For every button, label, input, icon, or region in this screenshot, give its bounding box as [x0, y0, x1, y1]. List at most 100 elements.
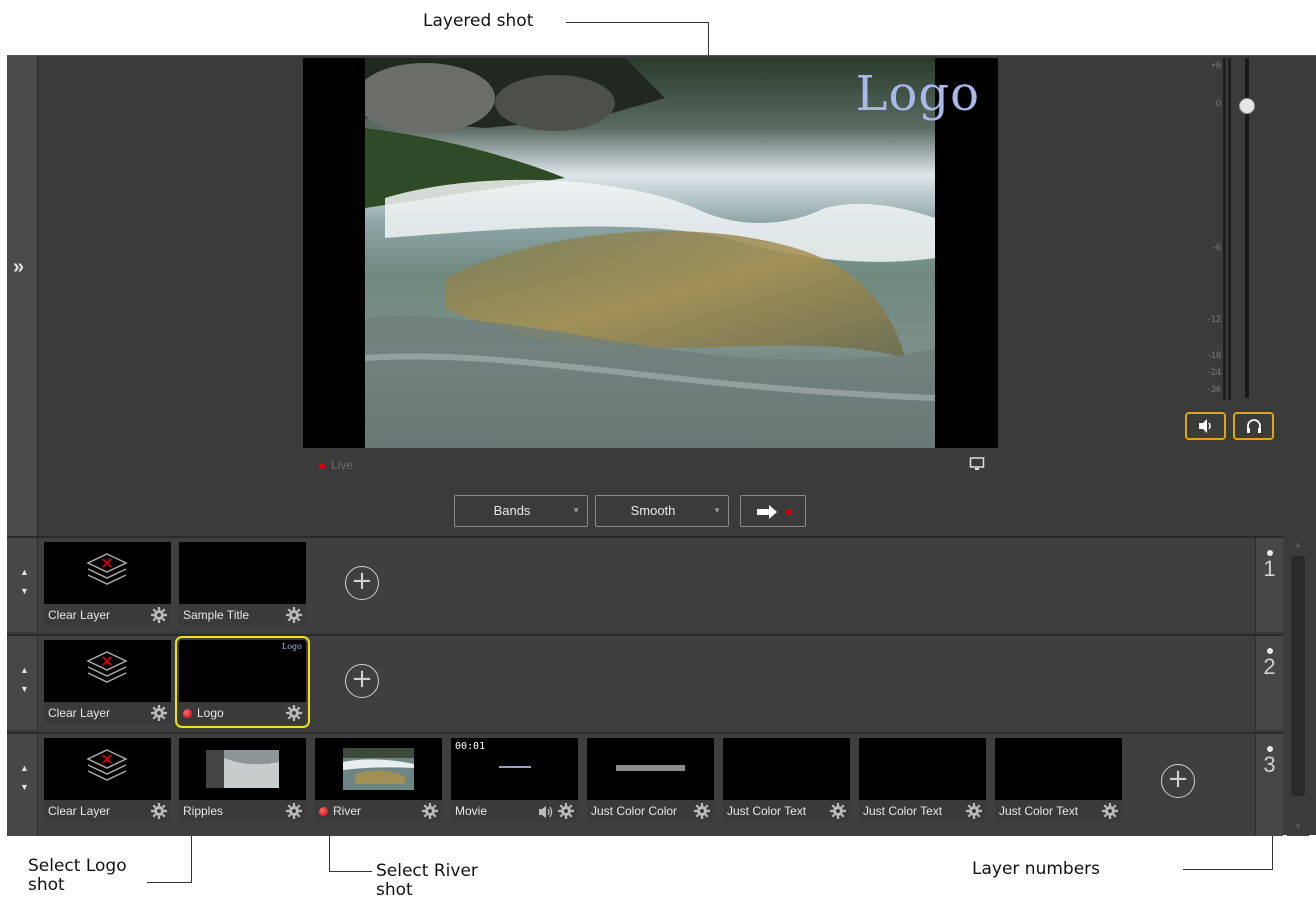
take-transition-button[interactable] — [740, 495, 806, 527]
shot-label: Clear Layer — [48, 804, 111, 818]
left-sidebar-strip: » — [7, 56, 38, 536]
expand-panel-icon[interactable]: » — [13, 256, 24, 279]
callout-select-river-line-2: shot — [376, 880, 413, 900]
shot-sample-title[interactable]: Sample Title — [179, 542, 306, 626]
logo-thumbnail-text: Logo — [281, 642, 302, 651]
move-layer-down-icon[interactable]: ▼ — [20, 783, 29, 792]
layers-scrollbar[interactable]: ▲ ▼ — [1287, 536, 1309, 836]
switcher-window: » Logo Live Bands ▼ Smooth ▼ +6 0 -6 -12… — [7, 55, 1316, 836]
layer-row-2: ▲ ▼ Clear Layer Logo Logo + 2 — [7, 634, 1283, 730]
callout-line — [147, 882, 192, 883]
layer-number-3: 3 — [1255, 734, 1283, 836]
color-bar-thumbnail — [616, 765, 685, 771]
chevron-down-icon: ▼ — [713, 506, 721, 515]
add-shot-button[interactable]: + — [1161, 764, 1195, 798]
shot-just-color-text[interactable]: Just Color Text — [859, 738, 986, 822]
layer-number-1: 1 — [1255, 538, 1283, 632]
movie-thumbnail — [499, 766, 531, 768]
layer-row-3: ▲ ▼ Clear Layer Ripples River 00:01 Movi… — [7, 732, 1283, 836]
gear-icon[interactable] — [151, 607, 167, 626]
gear-icon[interactable] — [286, 607, 302, 626]
scroll-up-icon[interactable]: ▲ — [1294, 540, 1302, 549]
live-dot-icon — [319, 807, 328, 817]
layer-reorder-controls: ▲ ▼ — [7, 538, 38, 632]
gear-icon[interactable] — [286, 803, 302, 822]
headphones-button[interactable] — [1233, 412, 1274, 440]
shot-label: Just Color Color — [591, 804, 678, 818]
layer-number-label: 1 — [1263, 556, 1276, 581]
layer-row-1: ▲ ▼ Clear Layer Sample Title + 1 — [7, 536, 1283, 632]
live-dot-icon — [183, 709, 192, 719]
shot-ripples[interactable]: Ripples — [179, 738, 306, 822]
layered-shot-preview: Logo — [303, 58, 998, 448]
shot-river[interactable]: River — [315, 738, 442, 822]
shot-label: Movie — [455, 804, 488, 818]
transition-speed-dropdown[interactable]: Smooth ▼ — [595, 495, 729, 527]
river-video-frame — [365, 58, 935, 448]
transition-effect-dropdown[interactable]: Bands ▼ — [454, 495, 588, 527]
gear-icon[interactable] — [1102, 803, 1118, 822]
volume-fader-knob[interactable] — [1239, 98, 1255, 114]
callout-line — [329, 871, 372, 872]
audio-icon[interactable] — [538, 804, 554, 822]
layer-number-2: 2 — [1255, 636, 1283, 730]
gear-icon[interactable] — [286, 705, 302, 724]
shot-just-color-text[interactable]: Just Color Text — [995, 738, 1122, 822]
live-label: Live — [331, 458, 354, 472]
shot-clear-layer[interactable]: Clear Layer — [44, 640, 171, 724]
callout-select-logo: Select Logo shot — [28, 857, 127, 895]
gear-icon[interactable] — [151, 803, 167, 822]
callout-layer-numbers: Layer numbers — [972, 859, 1101, 879]
meter-bar-left — [1223, 58, 1226, 400]
gear-icon[interactable] — [151, 705, 167, 724]
shot-label: Clear Layer — [48, 608, 111, 622]
meter-label: +6 — [1210, 60, 1221, 70]
move-layer-up-icon[interactable]: ▲ — [20, 764, 29, 773]
transition-speed-value: Smooth — [630, 503, 676, 518]
ripples-thumbnail — [206, 750, 279, 788]
shot-logo[interactable]: Logo Logo — [175, 636, 310, 728]
layer-number-label: 2 — [1263, 654, 1276, 679]
add-shot-button[interactable]: + — [345, 566, 379, 600]
live-dot-icon — [319, 462, 325, 469]
callout-select-logo-line-1: Select Logo — [28, 856, 127, 876]
gear-icon[interactable] — [830, 803, 846, 822]
move-layer-up-icon[interactable]: ▲ — [20, 568, 29, 577]
clear-layer-icon — [86, 651, 128, 683]
clear-layer-icon — [86, 553, 128, 585]
audio-level-meter: +6 0 -6 -12 -18 -24 -36 — [1187, 58, 1247, 403]
arrow-right-icon — [757, 505, 792, 519]
preview-logo-overlay: Logo — [855, 66, 980, 122]
meter-label: -6 — [1212, 242, 1221, 252]
meter-bar-right — [1228, 58, 1231, 400]
gear-icon[interactable] — [422, 803, 438, 822]
shot-label: Just Color Text — [727, 804, 807, 818]
shot-label: Logo — [197, 706, 224, 720]
move-layer-down-icon[interactable]: ▼ — [20, 685, 29, 694]
add-shot-button[interactable]: + — [345, 664, 379, 698]
shot-just-color-color[interactable]: Just Color Color — [587, 738, 714, 822]
meter-label: 0 — [1215, 98, 1221, 108]
move-layer-down-icon[interactable]: ▼ — [20, 587, 29, 596]
scrollbar-thumb[interactable] — [1291, 556, 1305, 796]
speaker-button[interactable] — [1185, 412, 1226, 440]
callout-select-logo-line-2: shot — [28, 875, 65, 895]
shot-label: Clear Layer — [48, 706, 111, 720]
shot-label: Just Color Text — [999, 804, 1079, 818]
shot-movie[interactable]: 00:01 Movie — [451, 738, 578, 822]
layer-number-label: 3 — [1263, 752, 1276, 777]
move-layer-up-icon[interactable]: ▲ — [20, 666, 29, 675]
monitor-icon[interactable] — [969, 456, 985, 477]
shot-just-color-text[interactable]: Just Color Text — [723, 738, 850, 822]
gear-icon[interactable] — [966, 803, 982, 822]
river-thumbnail — [343, 748, 414, 790]
meter-label: -36 — [1207, 384, 1221, 394]
shot-clear-layer[interactable]: Clear Layer — [44, 542, 171, 626]
layer-reorder-controls: ▲ ▼ — [7, 636, 38, 730]
gear-icon[interactable] — [694, 803, 710, 822]
shot-label: Ripples — [183, 804, 224, 818]
meter-label: -24 — [1207, 367, 1221, 377]
scroll-down-icon[interactable]: ▼ — [1294, 822, 1302, 831]
gear-icon[interactable] — [558, 803, 574, 822]
shot-clear-layer[interactable]: Clear Layer — [44, 738, 171, 822]
